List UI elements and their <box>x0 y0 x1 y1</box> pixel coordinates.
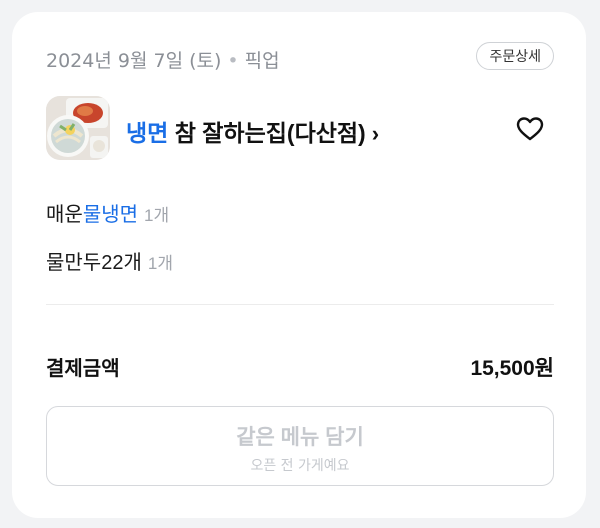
order-item: 물만두22개 1개 <box>46 246 554 294</box>
payment-total: 결제금액 15,500원 <box>46 352 554 384</box>
payment-amount: 15,500원 <box>470 357 554 380</box>
order-detail-button[interactable]: 주문상세 <box>476 42 554 70</box>
order-card: 2024년 9월 7일 (토) • 픽업 주문상세 냉면 참 잘하는집(다산점) › <box>12 12 586 518</box>
store-row[interactable]: 냉면 참 잘하는집(다산점) › <box>46 96 554 166</box>
item-name-prefix: 매운 <box>46 204 83 226</box>
order-type: 픽업 <box>244 50 280 72</box>
heart-outline-icon[interactable] <box>516 116 544 142</box>
order-header: 2024년 9월 7일 (토) • 픽업 주문상세 <box>46 42 554 74</box>
store-name[interactable]: 냉면 참 잘하는집(다산점) › <box>126 114 379 148</box>
store-thumbnail[interactable] <box>46 96 110 160</box>
payment-label: 결제금액 <box>46 358 120 380</box>
reorder-sublabel: 오픈 전 가게예요 <box>250 458 350 474</box>
order-date: 2024년 9월 7일 (토) • 픽업 <box>46 46 280 73</box>
item-quantity: 1개 <box>144 206 170 225</box>
separator-dot: • <box>227 50 239 72</box>
item-name-prefix: 물만두22개 <box>46 252 142 274</box>
reorder-button[interactable]: 같은 메뉴 담기 오픈 전 가게예요 <box>46 406 554 486</box>
store-name-rest: 참 잘하는집(다산점) <box>168 120 366 146</box>
item-name-highlight: 물냉면 <box>82 204 139 226</box>
reorder-label: 같은 메뉴 담기 <box>236 426 364 449</box>
chevron-right-icon: › <box>371 121 380 146</box>
item-quantity: 1개 <box>147 254 173 273</box>
divider <box>46 304 554 305</box>
store-name-highlight: 냉면 <box>126 120 169 146</box>
order-date-text: 2024년 9월 7일 (토) <box>46 50 222 72</box>
order-items: 매운물냉면 1개 물만두22개 1개 <box>46 198 554 294</box>
order-item: 매운물냉면 1개 <box>46 198 554 246</box>
